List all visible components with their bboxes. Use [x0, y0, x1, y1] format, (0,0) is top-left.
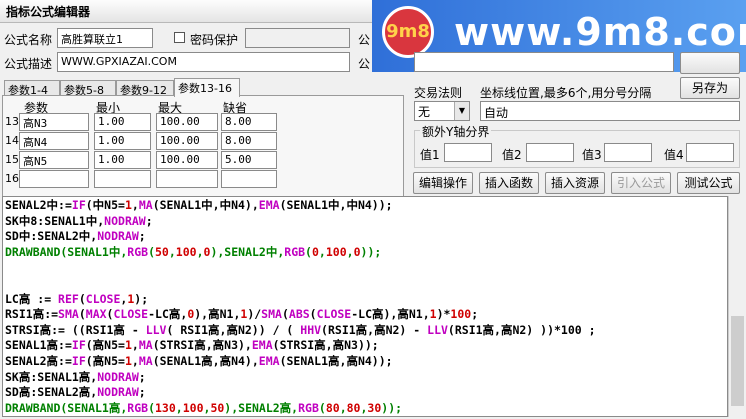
code-text[interactable]: SENAL2中:=IF(中N5=1,MA(SENAL1中,中N4),EMA(SE… [5, 198, 596, 416]
param-max-cell[interactable]: 100.00 [156, 151, 218, 169]
param-name-cell[interactable]: 高N5 [19, 151, 89, 169]
password-label: 密码保护 [190, 33, 239, 47]
value1-label: 值1 [420, 148, 440, 162]
code-line[interactable]: LC高 := REF(CLOSE,1); [5, 292, 596, 308]
tab-params-13-16[interactable]: 参数13-16 [174, 78, 240, 97]
test-formula-button[interactable]: 测试公式 [677, 172, 740, 194]
axis-position-input[interactable]: 自动 [480, 101, 740, 121]
code-line[interactable]: RSI1高:=SMA(MAX(CLOSE-LC高,0),高N1,1)/SMA(A… [5, 307, 596, 323]
code-line[interactable]: SENAL1高:=IF(高N5=1,MA(STRSI高,高N3),EMA(STR… [5, 338, 596, 354]
formula-code-editor[interactable]: SENAL2中:=IF(中N5=1,MA(SENAL1中,中N4),EMA(SE… [2, 196, 728, 417]
code-line[interactable]: SD高:SENAL2高,NODRAW; [5, 385, 596, 401]
watermark-site-text: www.9m8.com [454, 10, 746, 54]
value3-input[interactable] [604, 143, 652, 162]
formula-desc-label: 公式描述 [4, 57, 53, 71]
editor-vertical-scrollbar[interactable] [728, 196, 746, 417]
right-label-1: 公 [358, 33, 371, 47]
param-row-index: 13 [5, 115, 19, 128]
code-line[interactable]: DRAWBAND(SENAL1高,RGB(130,100,50),SENAL2高… [5, 401, 596, 416]
formula-name-input[interactable]: 高胜算联立1 [57, 28, 153, 48]
code-line[interactable]: STRSI高:= ((RSI1高 - LLV( RSI1高,高N2)) / ( … [5, 323, 596, 339]
insert-function-button[interactable]: 插入函数 [479, 172, 539, 194]
password-checkbox[interactable] [174, 32, 185, 43]
param-max-cell[interactable] [156, 170, 218, 188]
extra-axis-group-title: 额外Y轴分界 [420, 123, 492, 140]
param-row-index: 14 [5, 134, 19, 147]
param-row-index: 16 [5, 172, 19, 185]
code-line[interactable]: SENAL2高:=IF(高N5=1,MA(SENAL1高,高N4),EMA(SE… [5, 354, 596, 370]
param-default-cell[interactable] [221, 170, 277, 188]
site-logo-icon: 9m8 [382, 6, 434, 58]
value2-label: 值2 [502, 148, 522, 162]
tab-params-9-12[interactable]: 参数9-12 [116, 80, 174, 97]
code-line[interactable]: SK高:SENAL1高,NODRAW; [5, 370, 596, 386]
param-min-cell[interactable]: 1.00 [94, 113, 151, 131]
code-line[interactable] [5, 276, 596, 292]
axis-position-label: 坐标线位置,最多6个,用分号分隔 [480, 86, 652, 100]
code-line[interactable] [5, 260, 596, 276]
code-line[interactable]: DRAWBAND(SENAL1中,RGB(50,100,0),SENAL2中,R… [5, 245, 596, 261]
trade-rule-value: 无 [418, 105, 431, 119]
password-input[interactable] [245, 28, 350, 48]
window-title: 指标公式编辑器 [6, 5, 91, 19]
param-min-cell[interactable]: 1.00 [94, 132, 151, 150]
param-row-index: 15 [5, 153, 19, 166]
value4-input[interactable] [686, 143, 734, 162]
param-default-cell[interactable]: 5.00 [221, 151, 277, 169]
code-line[interactable]: SD中:SENAL2中,NODRAW; [5, 229, 596, 245]
param-max-cell[interactable]: 100.00 [156, 132, 218, 150]
tab-params-5-8[interactable]: 参数5-8 [60, 80, 116, 97]
param-name-cell[interactable]: 高N4 [19, 132, 89, 150]
trade-rule-label: 交易法则 [414, 86, 463, 100]
scrollbar-thumb[interactable] [731, 316, 744, 406]
param-name-cell[interactable] [19, 170, 89, 188]
edit-operation-button[interactable]: 编辑操作 [413, 172, 473, 194]
param-min-cell[interactable] [94, 170, 151, 188]
insert-resource-button[interactable]: 插入资源 [545, 172, 605, 194]
code-line[interactable]: SK中8:SENAL1中,NODRAW; [5, 214, 596, 230]
import-formula-button[interactable]: 引入公式 [611, 172, 671, 194]
param-min-cell[interactable]: 1.00 [94, 151, 151, 169]
hidden-top-button[interactable] [680, 52, 740, 74]
tab-params-1-4[interactable]: 参数1-4 [4, 80, 60, 97]
hidden-combo-field[interactable] [414, 52, 674, 72]
trade-rule-select[interactable]: 无 ▼ [414, 101, 470, 121]
formula-name-label: 公式名称 [4, 33, 53, 47]
value2-input[interactable] [526, 143, 574, 162]
right-label-2: 公 [358, 57, 371, 71]
code-line[interactable]: SENAL2中:=IF(中N5=1,MA(SENAL1中,中N4),EMA(SE… [5, 198, 596, 214]
logo-text: 9m8 [386, 21, 430, 42]
save-as-button[interactable]: 另存为 [680, 77, 740, 99]
formula-desc-input[interactable]: WWW.GPXIAZAI.COM [57, 52, 350, 72]
value1-input[interactable] [444, 143, 492, 162]
value4-label: 值4 [664, 148, 684, 162]
param-max-cell[interactable]: 100.00 [156, 113, 218, 131]
param-name-cell[interactable]: 高N3 [19, 113, 89, 131]
param-default-cell[interactable]: 8.00 [221, 113, 277, 131]
param-default-cell[interactable]: 8.00 [221, 132, 277, 150]
chevron-down-icon[interactable]: ▼ [454, 102, 469, 120]
value3-label: 值3 [582, 148, 602, 162]
